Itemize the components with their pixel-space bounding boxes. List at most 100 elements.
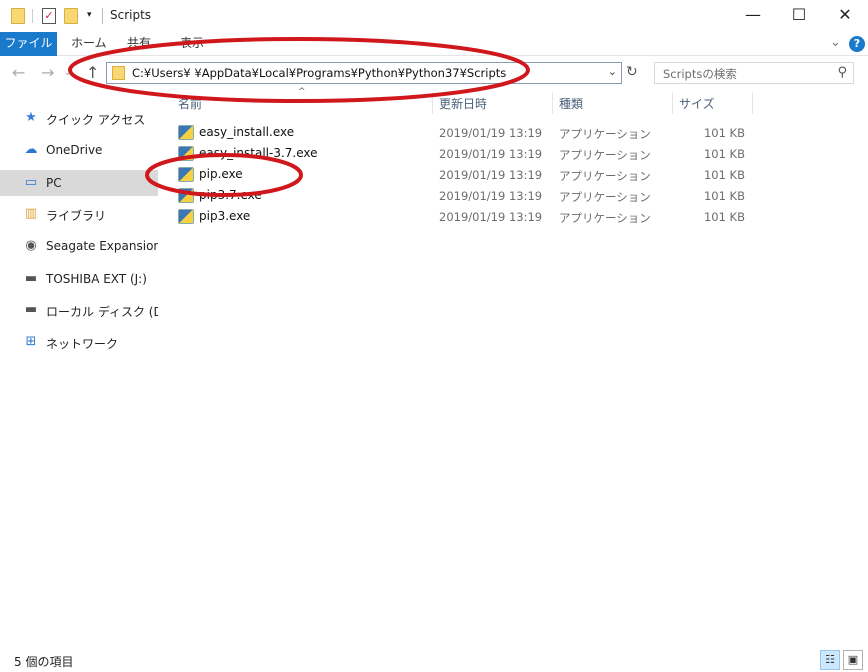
usb-drive-icon: ▬ (24, 271, 38, 286)
tab-view[interactable]: 表示 (180, 32, 204, 56)
minimize-button[interactable]: — (730, 0, 776, 32)
expand-ribbon-chevron-icon[interactable]: ⌄ (830, 35, 841, 50)
sidebar-item-label: ローカル ディスク (D:) (46, 305, 158, 319)
column-divider[interactable] (672, 92, 673, 114)
python-exe-icon (178, 146, 194, 161)
navigation-pane: ★ クイック アクセス ☁ OneDrive ▭ PC ▥ ライブラリ ◉ Se… (0, 100, 158, 646)
address-path[interactable]: C:¥Users¥ ¥AppData¥Local¥Programs¥Python… (132, 66, 506, 80)
sidebar-item-label: Seagate Expansion Dr (46, 239, 158, 253)
python-exe-icon (178, 125, 194, 140)
file-type: アプリケーション (559, 211, 651, 225)
quick-access-separator (32, 9, 33, 23)
up-button[interactable]: ↑ (86, 63, 99, 82)
file-row[interactable]: pip3.exe 2019/01/19 13:19 アプリケーション 101 K… (160, 206, 780, 227)
search-icon[interactable]: ⚲ (837, 65, 847, 80)
file-type: アプリケーション (559, 127, 651, 141)
file-modified: 2019/01/19 13:19 (439, 189, 543, 203)
title-separator (102, 8, 103, 24)
details-view-button[interactable]: ☷ (820, 650, 840, 670)
file-row[interactable]: easy_install.exe 2019/01/19 13:19 アプリケーシ… (160, 122, 780, 143)
close-button[interactable]: ✕ (822, 0, 868, 32)
tab-share[interactable]: 共有 (127, 32, 151, 56)
file-name: pip3.exe (199, 209, 251, 223)
file-modified: 2019/01/19 13:19 (439, 126, 543, 140)
search-input[interactable]: Scriptsの検索 (663, 66, 737, 82)
library-icon: ▥ (24, 206, 38, 221)
column-headers: ^ 名前 更新日時 種類 サイズ (160, 87, 760, 114)
folder-icon (112, 66, 125, 80)
file-size: 101 KB (703, 147, 745, 161)
new-folder-icon[interactable] (64, 8, 78, 24)
file-modified: 2019/01/19 13:19 (439, 210, 543, 224)
sidebar-item-pc[interactable]: ▭ PC (0, 170, 158, 196)
column-header-type[interactable]: 種類 (559, 95, 583, 112)
sidebar-item-label: クイック アクセス (46, 113, 146, 127)
disk-icon: ▬ (24, 302, 38, 317)
sidebar-item-label: PC (46, 176, 62, 190)
sidebar-item-quick-access[interactable]: ★ クイック アクセス (0, 105, 158, 131)
sidebar-item-local-disk[interactable]: ▬ ローカル ディスク (D:) (0, 297, 158, 323)
recent-locations-chevron-icon[interactable]: ⌄ (64, 68, 71, 77)
search-box[interactable]: Scriptsの検索 ⚲ (654, 62, 854, 84)
sidebar-item-toshiba[interactable]: ▬ TOSHIBA EXT (J:) (0, 266, 158, 292)
sidebar-item-network[interactable]: ⊞ ネットワーク (0, 329, 158, 355)
address-dropdown-chevron-icon[interactable]: ⌄ (608, 65, 617, 78)
python-exe-icon (178, 167, 194, 182)
properties-icon[interactable]: ✓ (42, 8, 56, 24)
file-modified: 2019/01/19 13:19 (439, 147, 543, 161)
file-modified: 2019/01/19 13:19 (439, 168, 543, 182)
file-type: アプリケーション (559, 169, 651, 183)
file-name: easy_install-3.7.exe (199, 146, 318, 160)
cloud-icon: ☁ (24, 142, 38, 157)
customize-toolbar-chevron-icon[interactable]: ▾ (87, 10, 92, 20)
file-type: アプリケーション (559, 190, 651, 204)
back-button[interactable]: ← (12, 63, 25, 82)
sidebar-item-label: ライブラリ (46, 209, 107, 223)
column-header-size[interactable]: サイズ (679, 95, 715, 112)
refresh-button[interactable]: ↻ (626, 64, 638, 80)
network-icon: ⊞ (25, 334, 37, 349)
column-header-modified[interactable]: 更新日時 (439, 95, 487, 112)
file-size: 101 KB (703, 126, 745, 140)
file-size: 101 KB (703, 168, 745, 182)
file-size: 101 KB (703, 189, 745, 203)
maximize-button[interactable]: ☐ (776, 0, 822, 32)
python-exe-icon (178, 209, 194, 224)
file-row[interactable]: pip3.7.exe 2019/01/19 13:19 アプリケーション 101… (160, 185, 780, 206)
address-bar[interactable]: C:¥Users¥ ¥AppData¥Local¥Programs¥Python… (106, 62, 622, 84)
folder-icon (11, 8, 25, 24)
title-bar: ✓ ▾ Scripts — ☐ ✕ (0, 0, 868, 32)
sort-ascending-icon: ^ (298, 87, 306, 97)
star-icon: ★ (25, 110, 37, 125)
item-count: 5 個の項目 (14, 655, 74, 669)
status-bar: 5 個の項目 ☷ ▣ (0, 648, 868, 672)
column-divider[interactable] (552, 92, 553, 114)
sidebar-item-seagate[interactable]: ◉ Seagate Expansion Dr (0, 233, 158, 259)
help-icon[interactable]: ? (849, 36, 865, 52)
sidebar-item-library[interactable]: ▥ ライブラリ (0, 201, 158, 227)
column-divider[interactable] (432, 92, 433, 114)
tab-home[interactable]: ホーム (71, 32, 107, 56)
file-row[interactable]: pip.exe 2019/01/19 13:19 アプリケーション 101 KB (160, 164, 780, 185)
sidebar-item-label: TOSHIBA EXT (J:) (46, 272, 147, 286)
sidebar-item-label: OneDrive (46, 143, 103, 157)
ribbon: ファイル ホーム 共有 表示 ⌄ ? (0, 32, 868, 56)
large-icons-view-button[interactable]: ▣ (843, 650, 863, 670)
file-size: 101 KB (703, 210, 745, 224)
tab-file[interactable]: ファイル (0, 32, 57, 56)
file-name: pip.exe (199, 167, 243, 181)
window-title: Scripts (110, 8, 152, 22)
file-name: easy_install.exe (199, 125, 295, 139)
column-header-name[interactable]: 名前 (178, 95, 202, 112)
navigation-bar: ← → ⌄ ↑ C:¥Users¥ ¥AppData¥Local¥Program… (0, 56, 868, 90)
file-row[interactable]: easy_install-3.7.exe 2019/01/19 13:19 アプ… (160, 143, 780, 164)
sidebar-item-label: ネットワーク (46, 337, 119, 351)
drive-icon: ◉ (25, 238, 37, 253)
file-name: pip3.7.exe (199, 188, 262, 202)
column-divider[interactable] (752, 92, 753, 114)
file-type: アプリケーション (559, 148, 651, 162)
forward-button[interactable]: → (41, 63, 54, 82)
python-exe-icon (178, 188, 194, 203)
sidebar-item-onedrive[interactable]: ☁ OneDrive (0, 137, 158, 163)
monitor-icon: ▭ (24, 175, 38, 190)
